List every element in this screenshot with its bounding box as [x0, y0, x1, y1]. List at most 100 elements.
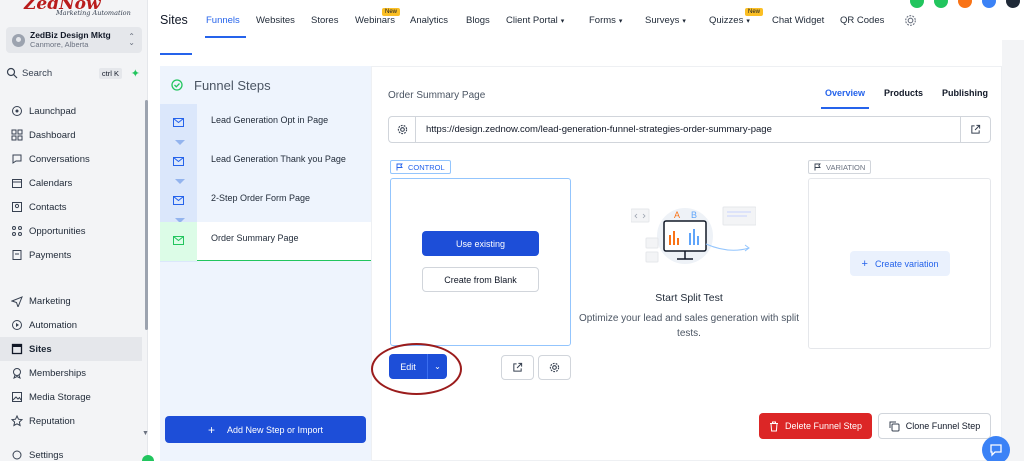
grid-icon	[11, 129, 23, 141]
chat-bubble-icon	[990, 444, 1002, 457]
page-url-text: https://design.zednow.com/lead-generatio…	[426, 124, 772, 135]
sidebar-item-calendars[interactable]: Calendars	[0, 171, 142, 195]
url-settings-button[interactable]	[389, 117, 416, 142]
sidebar-item-label: Settings	[29, 449, 64, 461]
copy-icon	[889, 421, 900, 431]
status-indicator	[142, 455, 154, 461]
sidebar-item-payments[interactable]: Payments	[0, 243, 142, 267]
phone-icon[interactable]	[934, 0, 948, 8]
sidebar-item-marketing[interactable]: Marketing	[0, 289, 142, 313]
tab-webinars[interactable]: Webinars	[355, 15, 395, 26]
account-location: Canmore, Alberta	[30, 40, 89, 49]
envelope-icon	[173, 196, 184, 205]
tab-products[interactable]: Products	[884, 88, 923, 98]
sidebar-item-label: Calendars	[29, 177, 73, 189]
tab-funnels[interactable]: Funnels	[206, 15, 240, 26]
sidebar-item-label: Media Storage	[29, 391, 91, 403]
funnel-step-item[interactable]: Lead Generation Opt in Page	[160, 104, 371, 145]
sidebar-item-contacts[interactable]: Contacts	[0, 195, 142, 219]
automation-icon	[12, 320, 22, 330]
sidebar-nav-secondary: Marketing Automation Sites Memberships M…	[0, 289, 142, 461]
ai-sparkle-icon[interactable]: ✦	[131, 67, 140, 80]
funnel-step-item[interactable]: Lead Generation Thank you Page	[160, 143, 371, 184]
sidebar-item-reputation[interactable]: Reputation	[0, 409, 142, 433]
gear-icon[interactable]	[904, 14, 917, 27]
sidebar-item-settings[interactable]: Settings	[0, 443, 142, 461]
tab-chat-widget[interactable]: Chat Widget	[772, 15, 824, 26]
steps-tab-indicator	[160, 53, 192, 55]
control-settings-button[interactable]	[538, 355, 571, 380]
account-switcher[interactable]: ZedBiz Design Mktg Canmore, Alberta ⌃ ⌄	[6, 27, 142, 53]
notifications-icon[interactable]	[958, 0, 972, 8]
tab-surveys[interactable]: Surveys ▾	[645, 15, 686, 26]
delete-funnel-step-button[interactable]: Delete Funnel Step	[759, 413, 872, 439]
sidebar-item-sites[interactable]: Sites	[0, 337, 142, 361]
tab-stores[interactable]: Stores	[311, 15, 338, 26]
chevron-down-icon: ▾	[746, 18, 750, 25]
flag-icon	[814, 163, 821, 171]
tab-publishing[interactable]: Publishing	[942, 88, 988, 98]
tab-websites[interactable]: Websites	[256, 15, 295, 26]
chevron-down-icon: ▾	[618, 18, 623, 25]
tab-blogs[interactable]: Blogs	[466, 15, 490, 26]
funnel-step-item[interactable]: 2-Step Order Form Page	[160, 182, 371, 223]
split-test-description: Optimize your lead and sales generation …	[578, 313, 800, 339]
sidebar-item-memberships[interactable]: Memberships	[0, 361, 142, 385]
sidebar-item-launchpad[interactable]: Launchpad	[0, 99, 142, 123]
support-chat-button[interactable]	[982, 436, 1010, 461]
open-url-button[interactable]	[960, 117, 990, 142]
sidebar-item-label: Marketing	[29, 295, 71, 307]
user-avatar[interactable]	[1006, 0, 1020, 8]
envelope-icon	[173, 236, 184, 245]
tab-quizzes[interactable]: Quizzes ▾	[709, 15, 750, 26]
sidebar-item-label: Dashboard	[29, 129, 76, 141]
tab-forms[interactable]: Forms ▾	[589, 15, 622, 26]
sidebar-item-conversations[interactable]: Conversations	[0, 147, 142, 171]
sidebar-item-label: Automation	[29, 319, 78, 331]
active-tab-indicator	[205, 36, 246, 38]
send-icon	[11, 296, 23, 307]
gear-icon	[397, 124, 407, 135]
clone-funnel-step-button[interactable]: Clone Funnel Step	[878, 413, 991, 439]
tab-label: Quizzes	[709, 15, 744, 26]
right-gutter	[1002, 40, 1024, 461]
calendar-icon	[12, 179, 22, 188]
split-test-illustration: A B	[631, 206, 756, 264]
flag-icon	[396, 163, 403, 171]
scroll-down-arrow-icon[interactable]: ▼	[142, 430, 149, 437]
tab-qr-codes[interactable]: QR Codes	[840, 15, 884, 26]
variant-a-label: A	[674, 210, 680, 220]
variation-card: + Create variation	[808, 178, 991, 349]
sidebar-item-automation[interactable]: Automation	[0, 313, 142, 337]
funnel-steps-panel: Funnel Steps Lead Generation Opt in Page…	[160, 66, 371, 461]
search-shortcut: ctrl K	[98, 67, 122, 79]
quick-action-icon[interactable]	[910, 0, 924, 8]
help-icon[interactable]	[982, 0, 996, 8]
create-from-blank-button[interactable]: Create from Blank	[422, 267, 539, 292]
tab-analytics[interactable]: Analytics	[410, 15, 448, 26]
sidebar-item-media-storage[interactable]: Media Storage	[0, 385, 142, 409]
page-url-field[interactable]: https://design.zednow.com/lead-generatio…	[388, 116, 991, 143]
use-existing-button[interactable]: Use existing	[422, 231, 539, 256]
sidebar-scrollbar[interactable]	[145, 100, 148, 330]
funnel-step-label: Lead Generation Thank you Page	[211, 154, 346, 164]
account-name: ZedBiz Design Mktg	[30, 30, 111, 40]
search-label: Search	[22, 67, 53, 79]
funnel-step-label: 2-Step Order Form Page	[211, 193, 311, 203]
variation-tag: VARIATION	[808, 160, 872, 174]
sidebar-item-dashboard[interactable]: Dashboard	[0, 123, 142, 147]
open-preview-button[interactable]	[501, 355, 534, 380]
add-new-step-button[interactable]: + Add New Step or Import	[165, 416, 366, 443]
sidebar-item-label: Launchpad	[29, 105, 77, 117]
page-title: Order Summary Page	[388, 90, 486, 101]
sidebar-search[interactable]: Search ctrl K ✦	[6, 64, 142, 82]
create-variation-button[interactable]: + Create variation	[850, 251, 950, 276]
account-avatar-icon	[12, 33, 25, 47]
tab-overview[interactable]: Overview	[825, 88, 865, 98]
tab-client-portal[interactable]: Client Portal ▾	[506, 15, 564, 26]
funnel-step-item-active[interactable]: Order Summary Page	[160, 222, 371, 261]
chevron-updown-icon: ⌃ ⌄	[128, 32, 135, 47]
sidebar-item-opportunities[interactable]: Opportunities	[0, 219, 142, 243]
brand-logo[interactable]: ZedNow Marketing Automation	[22, 0, 132, 18]
sidebar-item-label: Contacts	[29, 201, 67, 213]
